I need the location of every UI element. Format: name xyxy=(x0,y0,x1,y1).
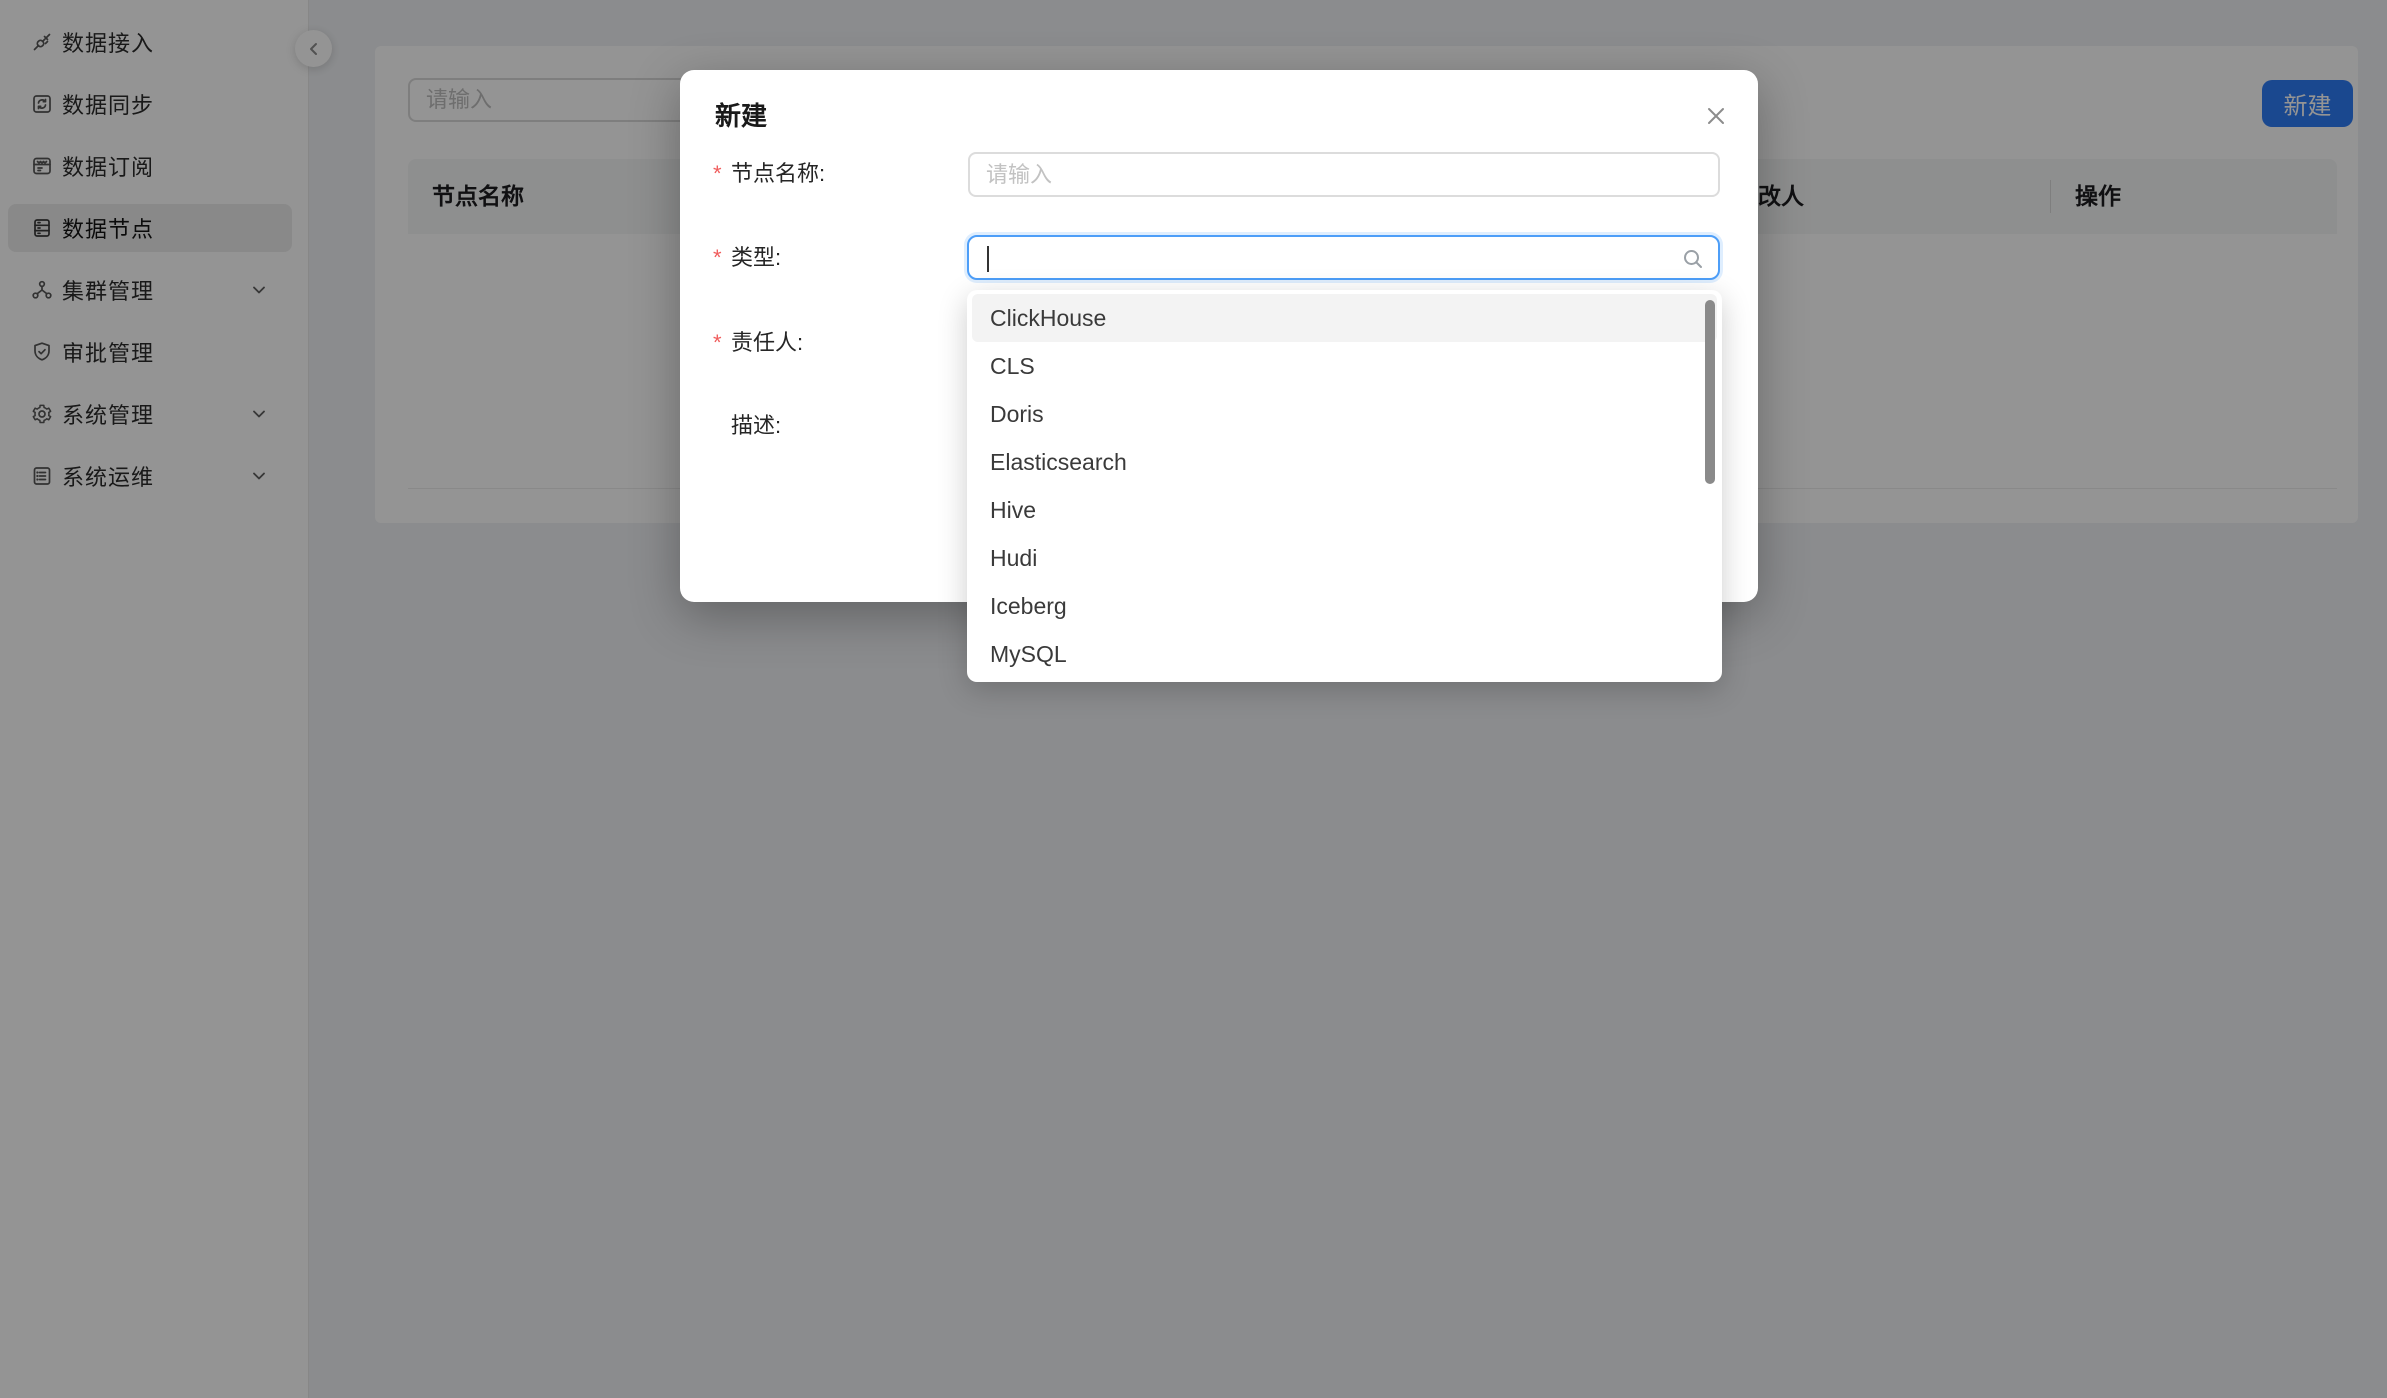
modal-title: 新建 xyxy=(715,96,767,133)
dropdown-option-elasticsearch[interactable]: Elasticsearch xyxy=(972,438,1717,486)
dropdown-option-hudi[interactable]: Hudi xyxy=(972,534,1717,582)
required-asterisk: * xyxy=(713,157,722,187)
required-asterisk: * xyxy=(713,241,722,271)
app-root: 数据接入 数据同步 数据订阅 xyxy=(0,0,2387,1398)
type-select[interactable] xyxy=(967,235,1720,280)
field-label-node-name: 节点名称: xyxy=(731,159,825,189)
field-label-type: 类型: xyxy=(731,243,781,273)
dropdown-option-doris[interactable]: Doris xyxy=(972,390,1717,438)
dropdown-option-iceberg[interactable]: Iceberg xyxy=(972,582,1717,630)
type-dropdown: ClickHouse CLS Doris Elasticsearch Hive … xyxy=(967,290,1722,682)
dropdown-option-cls[interactable]: CLS xyxy=(972,342,1717,390)
text-cursor xyxy=(987,246,989,272)
field-label-owner: 责任人: xyxy=(731,328,803,358)
field-label-description: 描述: xyxy=(731,411,781,441)
search-icon xyxy=(1680,246,1706,272)
node-name-input[interactable] xyxy=(968,152,1720,197)
close-icon[interactable] xyxy=(1700,100,1732,132)
dropdown-option-hive[interactable]: Hive xyxy=(972,486,1717,534)
dropdown-scrollbar-thumb[interactable] xyxy=(1705,300,1715,484)
dropdown-option-clickhouse[interactable]: ClickHouse xyxy=(972,294,1717,342)
required-asterisk: * xyxy=(713,326,722,356)
dropdown-option-mysql[interactable]: MySQL xyxy=(972,630,1717,678)
